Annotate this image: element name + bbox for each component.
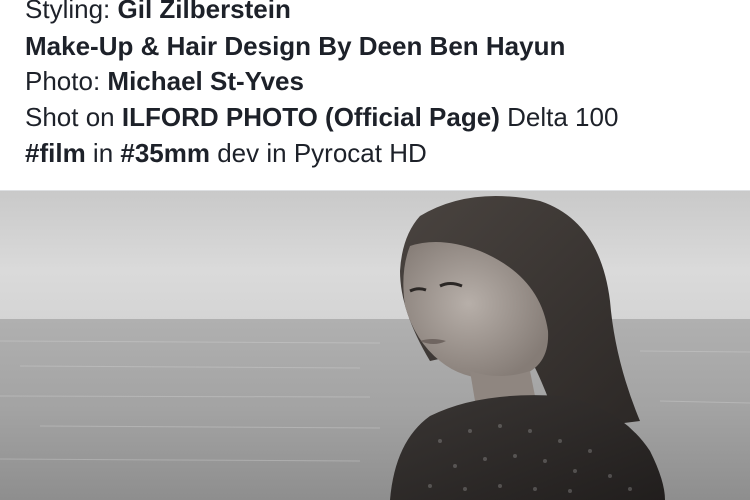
hashtag-connector-1: in bbox=[85, 138, 121, 168]
post-caption: Styling: Gil Zilberstein Make-Up & Hair … bbox=[0, 0, 750, 190]
ilford-page-link[interactable]: ILFORD PHOTO (Official Page) bbox=[122, 102, 500, 132]
shot-on-label: Shot on bbox=[25, 102, 122, 132]
styling-name-link[interactable]: Gil Zilberstein bbox=[118, 0, 291, 24]
photo-label: Photo: bbox=[25, 66, 108, 96]
makeup-credit-link[interactable]: Make-Up & Hair Design By Deen Ben Hayun bbox=[25, 31, 565, 61]
caption-styling-line: Styling: Gil Zilberstein bbox=[25, 0, 291, 26]
hashtag-film-link[interactable]: #film bbox=[25, 138, 86, 168]
film-stock-text: Delta 100 bbox=[499, 102, 619, 132]
hashtag-35mm-link[interactable]: #35mm bbox=[120, 138, 210, 168]
photographer-link[interactable]: Michael St-Yves bbox=[107, 66, 304, 96]
caption-makeup-line: Make-Up & Hair Design By Deen Ben Hayun bbox=[25, 29, 565, 63]
developer-text: dev in Pyrocat HD bbox=[210, 138, 427, 168]
styling-label: Styling: bbox=[25, 0, 118, 24]
caption-hashtag-line: #film in #35mm dev in Pyrocat HD bbox=[25, 136, 427, 170]
caption-photo-line: Photo: Michael St-Yves bbox=[25, 64, 304, 98]
post-photo[interactable] bbox=[0, 191, 750, 500]
caption-film-line: Shot on ILFORD PHOTO (Official Page) Del… bbox=[25, 100, 618, 134]
portrait-photo-image bbox=[0, 191, 750, 500]
sky bbox=[0, 191, 750, 323]
